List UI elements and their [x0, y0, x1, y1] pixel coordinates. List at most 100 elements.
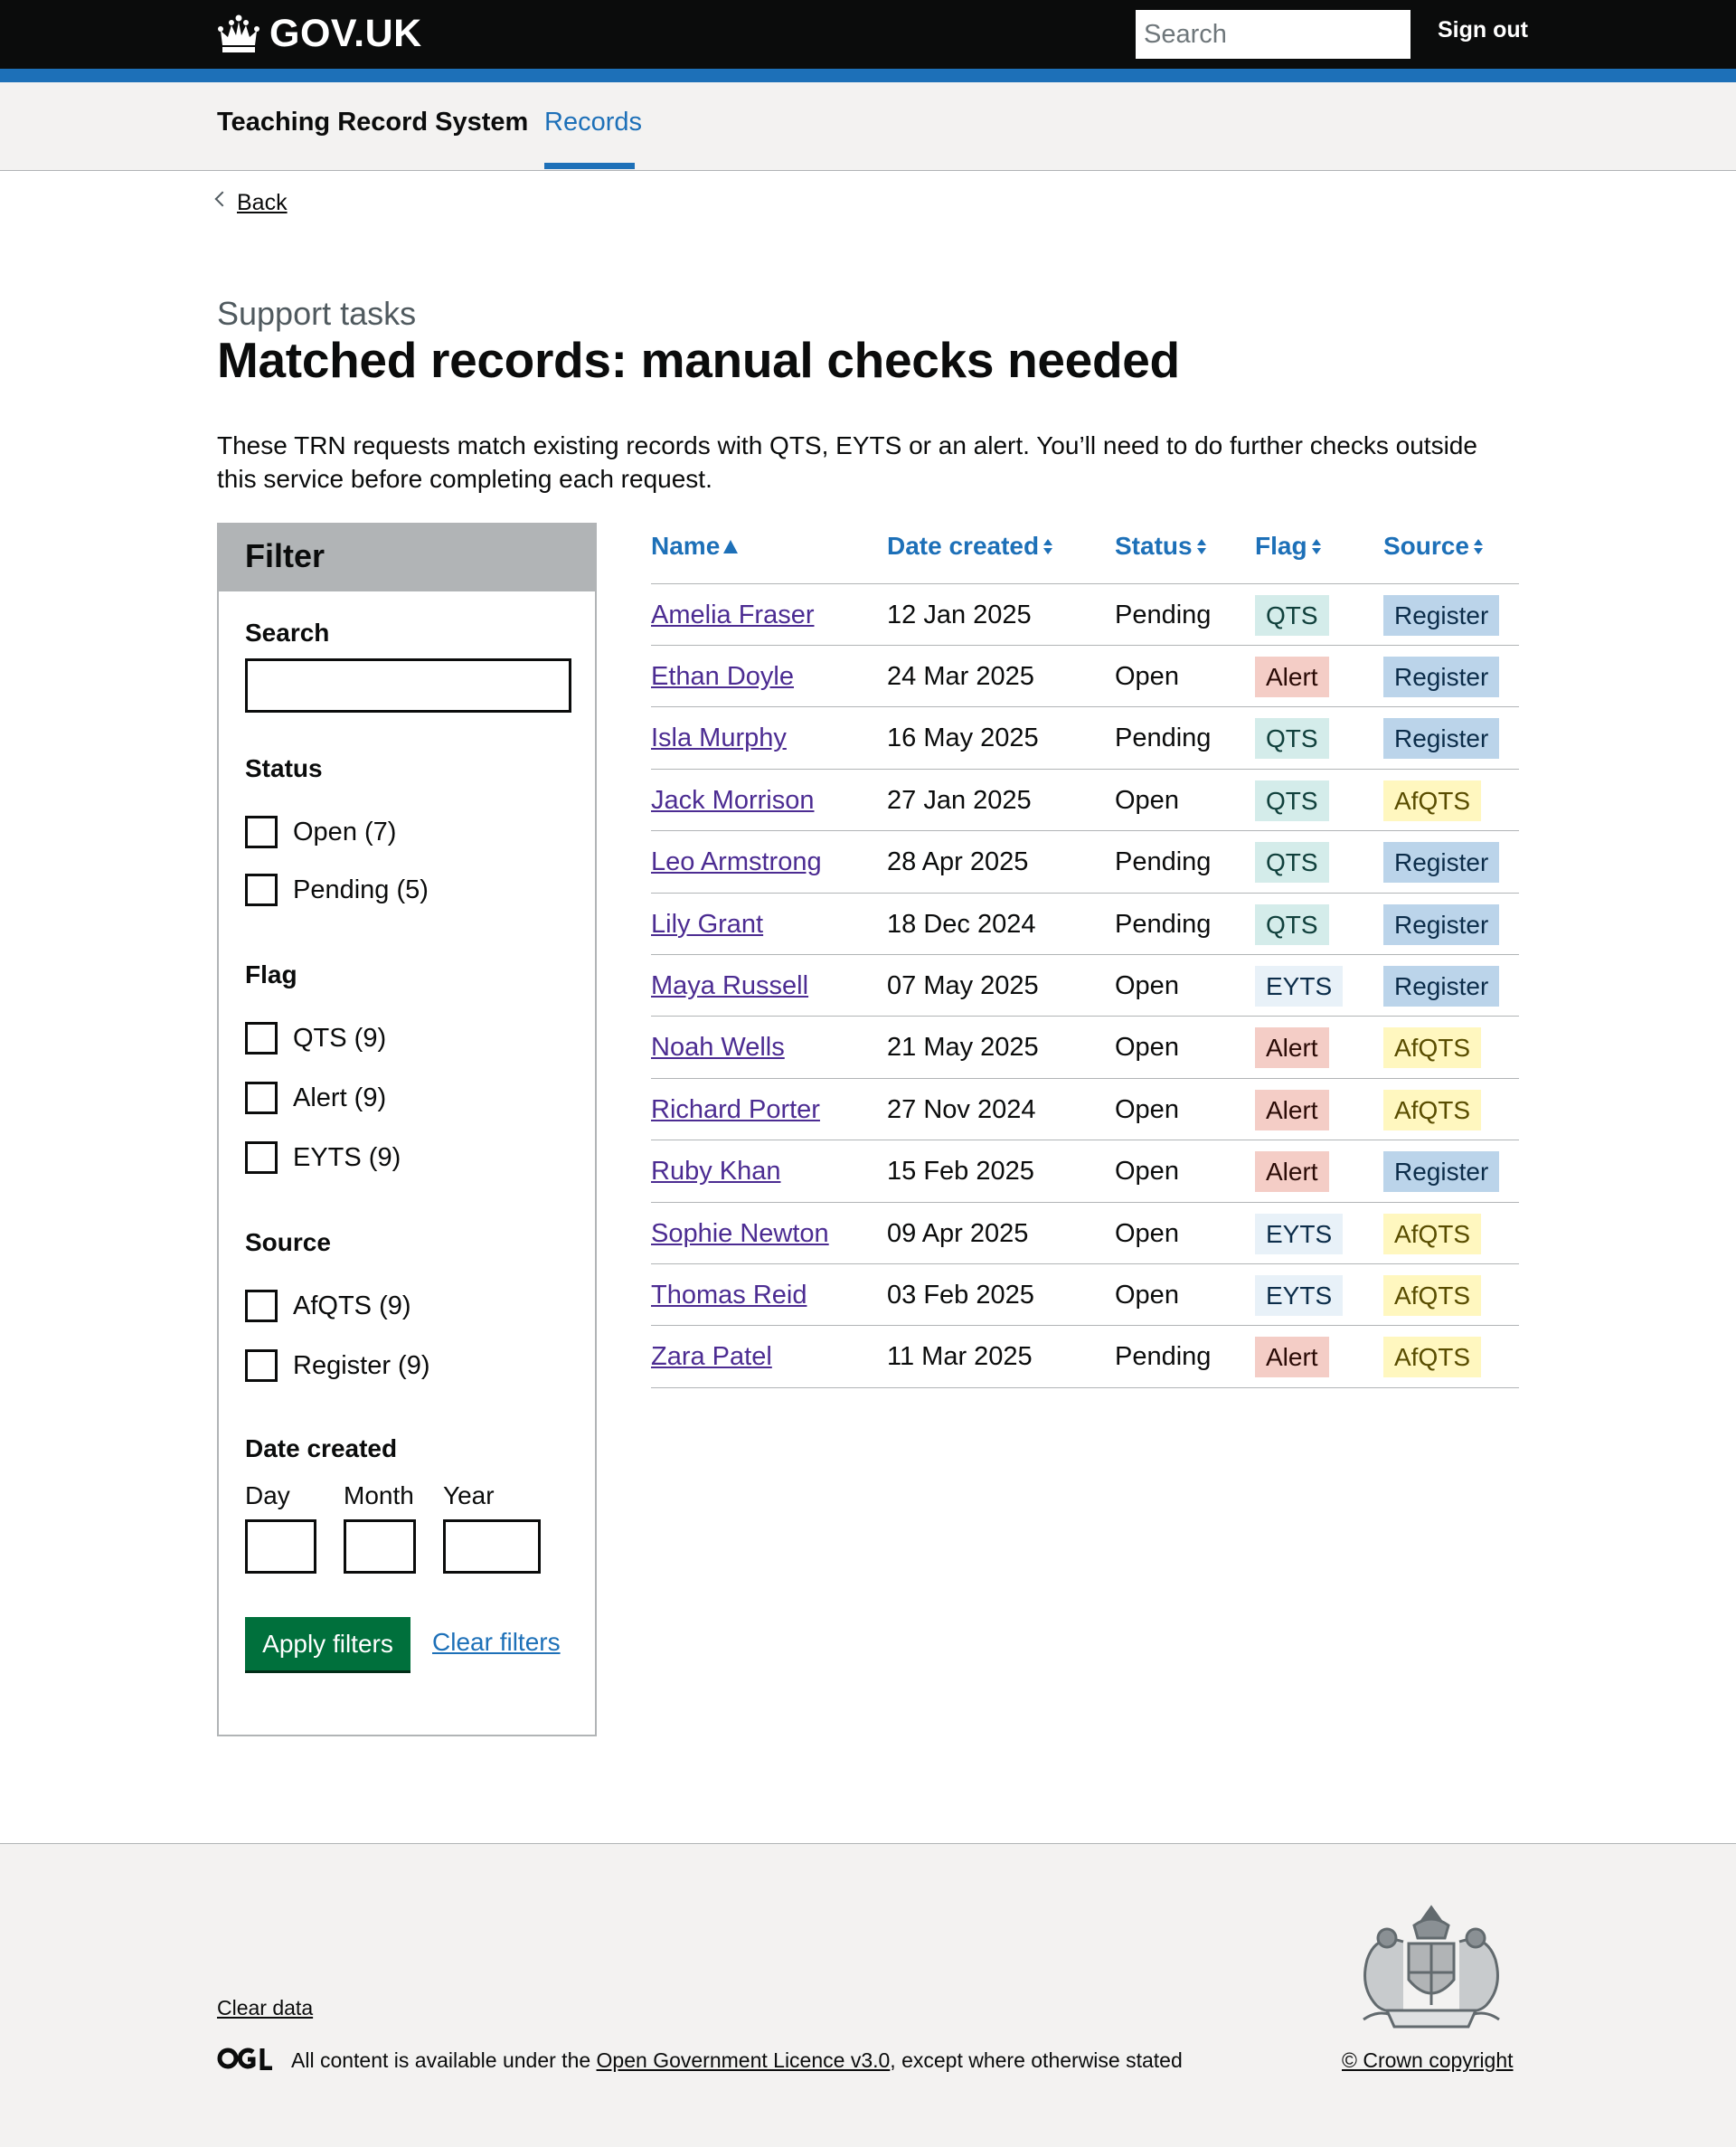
source-tag: AfQTS [1383, 1089, 1482, 1130]
filter-search-input[interactable] [245, 658, 571, 713]
table-row: Thomas Reid 03 Feb 2025 Open EYTS AfQTS [651, 1264, 1519, 1327]
status-text: Pending [1115, 909, 1212, 939]
table-row: Sophie Newton 09 Apr 2025 Open EYTS AfQTS [651, 1203, 1519, 1264]
status-text: Open [1115, 661, 1179, 691]
date-text: 18 Dec 2024 [887, 909, 1036, 939]
checkbox-flag-alert[interactable]: Alert (9) [245, 1082, 386, 1114]
crown-copyright-link[interactable]: © Crown copyright [1342, 2048, 1514, 2073]
source-tag: AfQTS [1383, 780, 1482, 821]
record-name-link[interactable]: Lily Grant [651, 910, 763, 940]
checkbox-status-open[interactable]: Open (7) [245, 816, 396, 848]
cell-source: Register [1383, 646, 1500, 707]
date-text: 21 May 2025 [887, 1033, 1039, 1063]
column-header-flag[interactable]: Flag [1255, 532, 1321, 561]
sign-out-link[interactable]: Sign out [1438, 17, 1528, 43]
cell-date: 07 May 2025 [887, 955, 1039, 1017]
record-name-link[interactable]: Ethan Doyle [651, 662, 794, 692]
record-name-link[interactable]: Isla Murphy [651, 724, 787, 753]
column-header-status[interactable]: Status [1115, 532, 1206, 561]
table-row: Isla Murphy 16 May 2025 Pending QTS Register [651, 708, 1519, 770]
checkbox[interactable] [245, 1141, 278, 1174]
checkbox[interactable] [245, 816, 278, 848]
cell-date: 11 Mar 2025 [887, 1327, 1033, 1388]
cell-status: Open [1115, 1141, 1179, 1203]
status-text: Open [1115, 1280, 1179, 1310]
logo-text: GOV.UK [269, 11, 422, 55]
status-text: Open [1115, 1033, 1179, 1063]
checkbox[interactable] [245, 874, 278, 906]
filter-date-label: Date created [245, 1434, 398, 1462]
checkbox[interactable] [245, 1022, 278, 1055]
cell-name: Ethan Doyle [651, 646, 794, 707]
crown-icon [218, 14, 259, 52]
header-blue-bar [0, 69, 1736, 82]
cell-status: Pending [1115, 708, 1211, 770]
cell-name: Sophie Newton [651, 1203, 829, 1264]
cell-status: Pending [1115, 584, 1211, 646]
cell-date: 18 Dec 2024 [887, 894, 1035, 955]
record-name-link[interactable]: Leo Armstrong [651, 847, 822, 877]
record-name-link[interactable]: Sophie Newton [651, 1219, 829, 1249]
cell-flag: QTS [1255, 708, 1329, 770]
sort-icon [1473, 538, 1483, 554]
cell-flag: EYTS [1255, 1203, 1344, 1264]
checkbox[interactable] [245, 1082, 278, 1114]
licence-text: All content is available under the Open … [291, 2048, 1183, 2073]
checkbox-status-pending[interactable]: Pending (5) [245, 874, 429, 906]
record-name-link[interactable]: Richard Porter [651, 1095, 820, 1125]
checkbox-flag-eyts[interactable]: EYTS (9) [245, 1141, 401, 1174]
date-year-input[interactable] [443, 1519, 541, 1574]
record-name-link[interactable]: Amelia Fraser [651, 601, 815, 630]
checkbox[interactable] [245, 1349, 278, 1382]
column-header-source[interactable]: Source [1383, 532, 1483, 561]
cell-source: Register [1383, 584, 1500, 646]
status-text: Pending [1115, 724, 1212, 753]
page-caption: Support tasks [217, 295, 417, 332]
checkbox-label: Open (7) [293, 817, 397, 847]
flag-tag: Alert [1255, 1089, 1329, 1130]
intro-text: These TRN requests match existing record… [217, 431, 1477, 493]
table-row: Leo Armstrong 28 Apr 2025 Pending QTS Regist… [651, 832, 1519, 894]
cell-flag: QTS [1255, 894, 1329, 955]
date-text: 27 Jan 2025 [887, 785, 1032, 815]
clear-filters-link[interactable]: Clear filters [432, 1628, 561, 1657]
checkbox-flag-qts[interactable]: QTS (9) [245, 1022, 386, 1055]
govuk-logo-link[interactable]: GOV.UK [217, 7, 422, 60]
checkbox[interactable] [245, 1290, 278, 1322]
cell-source: Register [1383, 832, 1500, 894]
date-day-input[interactable] [245, 1519, 316, 1574]
status-text: Pending [1115, 600, 1212, 629]
cell-source: Register [1383, 955, 1500, 1017]
record-name-link[interactable]: Ruby Khan [651, 1157, 781, 1187]
clear-data-link[interactable]: Clear data [217, 1996, 313, 2020]
column-header-name[interactable]: Name [651, 532, 739, 561]
royal-coat-of-arms-icon [1363, 1905, 1500, 2029]
record-name-link[interactable]: Noah Wells [651, 1033, 785, 1063]
checkbox-source-afqts[interactable]: AfQTS (9) [245, 1290, 411, 1322]
table-row: Ethan Doyle 24 Mar 2025 Open Alert Register [651, 646, 1519, 708]
header-search-input[interactable] [1136, 10, 1410, 59]
cell-flag: EYTS [1255, 1264, 1344, 1326]
status-text: Open [1115, 1094, 1179, 1124]
cell-flag: Alert [1255, 1017, 1329, 1079]
table-row: Amelia Fraser 12 Jan 2025 Pending QTS Regist… [651, 584, 1519, 646]
sort-ascending-icon [723, 539, 739, 553]
footer: Clear data All content is available unde… [0, 1843, 1736, 2147]
filter-source-label: Source [245, 1228, 331, 1256]
apply-filters-button[interactable]: Apply filters [245, 1617, 410, 1670]
record-name-link[interactable]: Jack Morrison [651, 786, 815, 816]
record-name-link[interactable]: Thomas Reid [651, 1281, 807, 1310]
date-month-input[interactable] [344, 1519, 416, 1574]
checkbox-source-register[interactable]: Register (9) [245, 1349, 430, 1382]
record-name-link[interactable]: Maya Russell [651, 971, 808, 1001]
cell-date: 03 Feb 2025 [887, 1264, 1034, 1326]
nav-item-records[interactable]: Records [544, 108, 642, 137]
date-text: 24 Mar 2025 [887, 661, 1034, 691]
cell-name: Leo Armstrong [651, 832, 822, 894]
column-header-date-created[interactable]: Date created [887, 532, 1053, 561]
back-link[interactable]: Back [237, 190, 288, 216]
flag-tag: EYTS [1255, 1274, 1344, 1316]
date-text: 15 Feb 2025 [887, 1157, 1034, 1187]
ogl-licence-link[interactable]: Open Government Licence v3.0 [597, 2048, 891, 2072]
record-name-link[interactable]: Zara Patel [651, 1342, 772, 1372]
